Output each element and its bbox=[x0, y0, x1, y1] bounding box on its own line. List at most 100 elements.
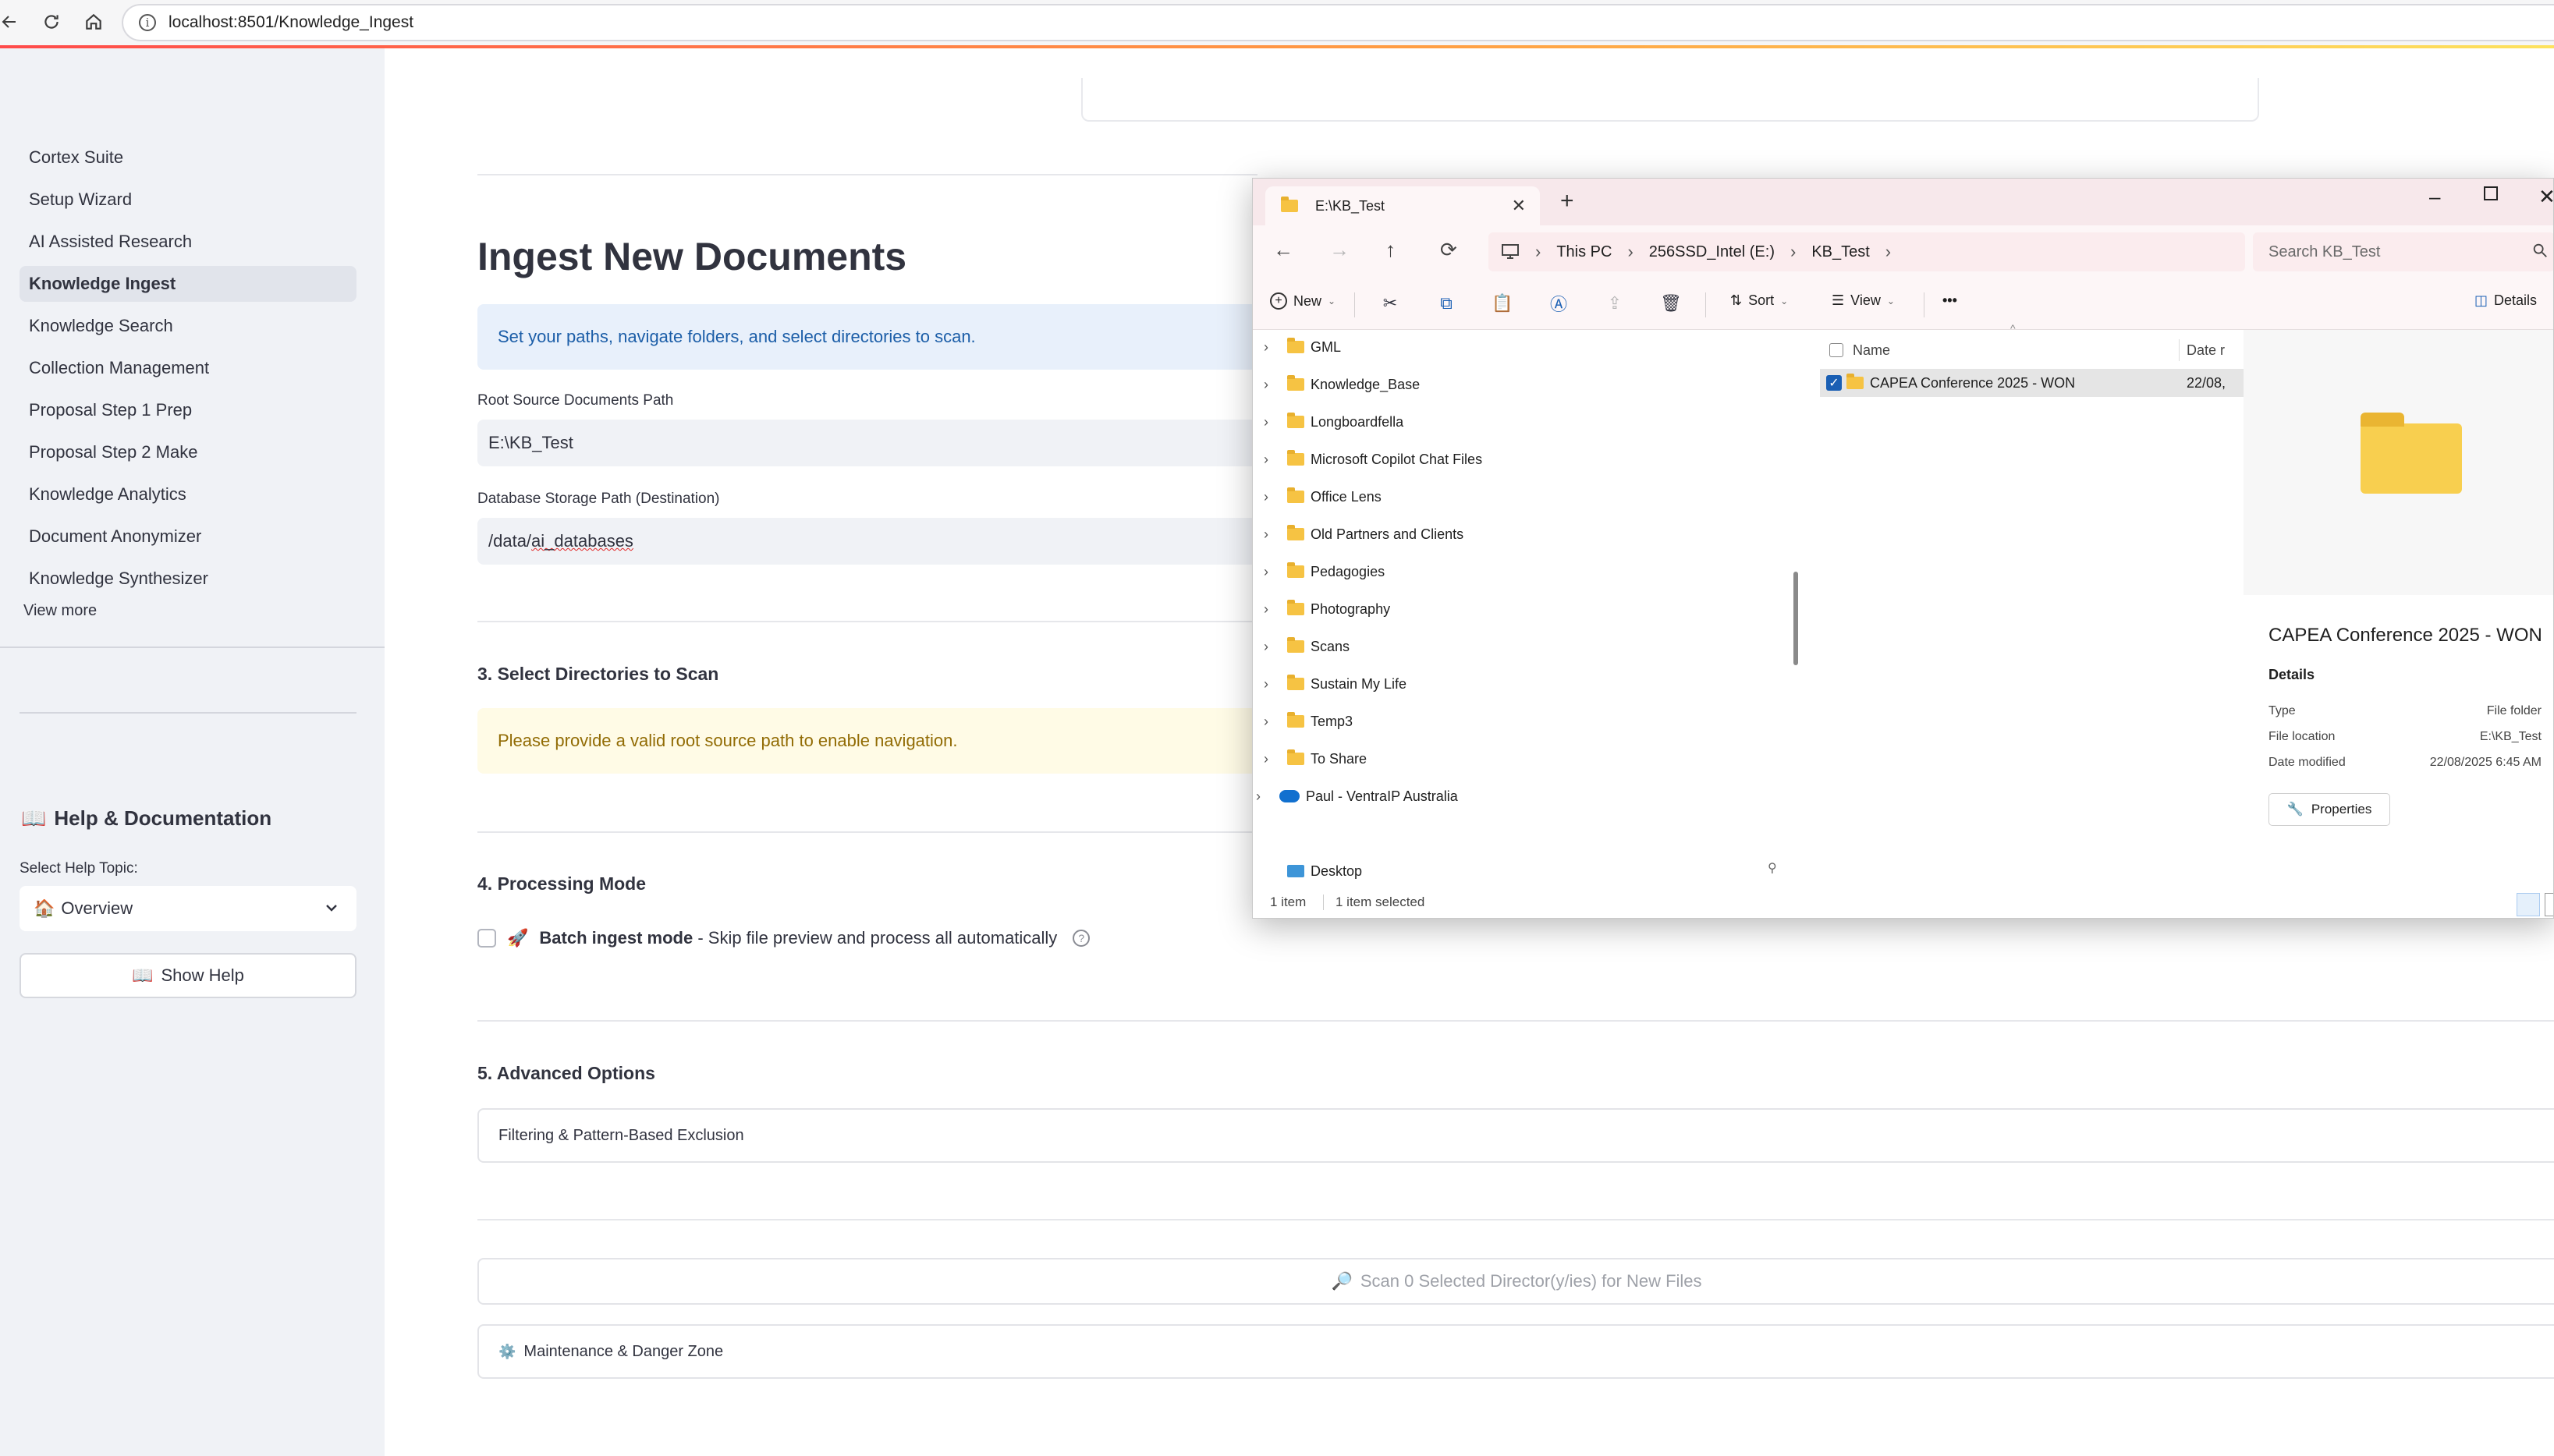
back-arrow-icon[interactable] bbox=[0, 6, 25, 37]
checked-checkbox-icon[interactable]: ✓ bbox=[1826, 375, 1842, 391]
sidebar-item-collection-management[interactable]: Collection Management bbox=[20, 350, 356, 386]
forward-arrow-icon[interactable]: → bbox=[1329, 238, 1350, 262]
breadcrumb-this-pc[interactable]: This PC bbox=[1556, 243, 1612, 261]
sidebar-item-document-anonymizer[interactable]: Document Anonymizer bbox=[20, 519, 356, 554]
refresh-icon[interactable]: ⟳ bbox=[1440, 238, 1457, 262]
column-date[interactable]: Date r bbox=[2187, 342, 2225, 359]
tree-item-desktop[interactable]: Desktop bbox=[1287, 854, 1362, 888]
home-icon[interactable] bbox=[78, 6, 109, 37]
tree-item[interactable]: › Scans bbox=[1264, 629, 1350, 664]
paste-icon[interactable]: 📋 bbox=[1492, 292, 1513, 314]
sidebar-item-knowledge-analytics[interactable]: Knowledge Analytics bbox=[20, 476, 356, 512]
root-path-input[interactable]: E:\KB_Test bbox=[477, 420, 1257, 466]
help-tooltip-icon[interactable]: ? bbox=[1073, 930, 1091, 947]
rename-icon[interactable]: Ⓐ bbox=[1548, 292, 1570, 314]
close-window-icon[interactable]: ✕ bbox=[2538, 185, 2553, 209]
sidebar-item-proposal-step-2[interactable]: Proposal Step 2 Make bbox=[20, 434, 356, 470]
chevron-right-icon[interactable]: › bbox=[1264, 452, 1287, 468]
chevron-right-icon[interactable]: › bbox=[1264, 714, 1287, 730]
copy-icon[interactable]: ⧉ bbox=[1435, 292, 1457, 314]
tree-item[interactable]: › Paul - VentraIP Australia bbox=[1256, 779, 1458, 813]
sidebar-item-proposal-step-1[interactable]: Proposal Step 1 Prep bbox=[20, 392, 356, 428]
chevron-right-icon[interactable]: › bbox=[1264, 601, 1287, 618]
list-item[interactable]: ✓ CAPEA Conference 2025 - WON 22/08, bbox=[1820, 369, 2244, 397]
chevron-right-icon[interactable]: › bbox=[1264, 339, 1287, 356]
house-icon: 🏠 bbox=[34, 898, 55, 918]
properties-button[interactable]: 🔧 Properties bbox=[2268, 793, 2390, 826]
section-select-directories: 3. Select Directories to Scan bbox=[477, 664, 719, 684]
help-topic-select[interactable]: 🏠 Overview bbox=[20, 886, 356, 931]
select-all-checkbox[interactable] bbox=[1829, 343, 1843, 357]
new-tab-icon[interactable]: + bbox=[1560, 188, 1574, 214]
tree-item[interactable]: › GML bbox=[1264, 330, 1341, 364]
db-path-input[interactable]: /data/ai_databases bbox=[477, 518, 1257, 565]
explorer-search-input[interactable]: Search KB_Test bbox=[2253, 232, 2553, 271]
tree-item[interactable]: › Photography bbox=[1264, 592, 1390, 626]
chevron-right-icon[interactable]: › bbox=[1256, 788, 1279, 805]
filtering-expander[interactable]: Filtering & Pattern-Based Exclusion bbox=[477, 1108, 2554, 1163]
more-options-button[interactable]: ••• bbox=[1942, 292, 1957, 309]
cut-icon[interactable]: ✂ bbox=[1379, 292, 1401, 314]
tree-item[interactable]: › Temp3 bbox=[1264, 704, 1353, 739]
chevron-right-icon[interactable]: › bbox=[1264, 564, 1287, 580]
breadcrumb[interactable]: › This PC › 256SSD_Intel (E:) › KB_Test … bbox=[1488, 232, 2245, 271]
pin-icon[interactable]: ⚲ bbox=[1768, 860, 1777, 876]
sidebar-item-knowledge-search[interactable]: Knowledge Search bbox=[20, 308, 356, 344]
chevron-right-icon[interactable]: › bbox=[1264, 377, 1287, 393]
maintenance-expander[interactable]: ⚙️ Maintenance & Danger Zone bbox=[477, 1324, 2554, 1379]
magnifier-icon: 🔎 bbox=[1331, 1271, 1353, 1291]
chevron-right-icon[interactable]: › bbox=[1264, 489, 1287, 505]
reload-icon[interactable] bbox=[36, 6, 67, 37]
sidebar-item-knowledge-ingest[interactable]: Knowledge Ingest bbox=[20, 266, 356, 302]
breadcrumb-separator-icon[interactable]: › bbox=[1885, 242, 1891, 262]
tree-item[interactable]: › To Share bbox=[1264, 742, 1367, 776]
tree-scrollbar[interactable] bbox=[1793, 572, 1798, 665]
chevron-right-icon[interactable]: › bbox=[1264, 414, 1287, 430]
delete-icon[interactable]: 🗑 bbox=[1660, 292, 1682, 314]
tree-item[interactable]: › Microsoft Copilot Chat Files bbox=[1264, 442, 1482, 476]
close-tab-icon[interactable]: ✕ bbox=[1512, 196, 1526, 216]
column-divider[interactable] bbox=[2179, 339, 2180, 361]
tree-item-label: Microsoft Copilot Chat Files bbox=[1311, 451, 1483, 467]
batch-ingest-desc: - Skip file preview and process all auto… bbox=[693, 928, 1058, 948]
tree-item[interactable]: › Old Partners and Clients bbox=[1264, 517, 1463, 551]
chevron-right-icon[interactable]: › bbox=[1264, 676, 1287, 693]
share-icon[interactable]: ⇪ bbox=[1604, 292, 1626, 314]
sort-label: Sort bbox=[1748, 292, 1775, 308]
maximize-icon[interactable] bbox=[2484, 186, 2498, 200]
scan-directories-button[interactable]: 🔎 Scan 0 Selected Director(y/ies) for Ne… bbox=[477, 1258, 2554, 1305]
up-arrow-icon[interactable]: ↑ bbox=[1385, 238, 1396, 262]
explorer-tab[interactable]: E:\KB_Test ✕ bbox=[1265, 186, 1540, 225]
tree-item[interactable]: › Office Lens bbox=[1264, 480, 1382, 514]
sidebar-item-ai-assisted-research[interactable]: AI Assisted Research bbox=[20, 224, 356, 260]
tree-item[interactable]: › Longboardfella bbox=[1264, 405, 1403, 439]
tree-item[interactable]: › Pedagogies bbox=[1264, 554, 1385, 589]
chevron-right-icon[interactable]: › bbox=[1264, 639, 1287, 655]
view-more-link[interactable]: View more bbox=[23, 602, 97, 620]
tiles-view-icon[interactable] bbox=[2545, 893, 2553, 916]
view-button[interactable]: ☰ View ⌄ bbox=[1832, 292, 1895, 309]
tree-item[interactable]: › Knowledge_Base bbox=[1264, 367, 1420, 402]
new-button[interactable]: + New ⌄ bbox=[1270, 292, 1336, 310]
breadcrumb-folder[interactable]: KB_Test bbox=[1811, 243, 1869, 261]
info-alert: Set your paths, navigate folders, and se… bbox=[477, 304, 1257, 370]
tree-item[interactable]: › Sustain My Life bbox=[1264, 667, 1406, 701]
details-view-icon[interactable] bbox=[2517, 893, 2540, 916]
sort-button[interactable]: ⇅ Sort ⌄ bbox=[1730, 292, 1788, 309]
address-bar[interactable]: i localhost:8501/Knowledge_Ingest bbox=[122, 4, 2554, 41]
breadcrumb-drive[interactable]: 256SSD_Intel (E:) bbox=[1649, 243, 1775, 261]
folder-icon bbox=[1287, 450, 1304, 466]
details-pane-button[interactable]: ◫ Details bbox=[2474, 292, 2537, 309]
column-name[interactable]: Name bbox=[1853, 342, 1890, 359]
sidebar-item-cortex-suite[interactable]: Cortex Suite bbox=[20, 140, 356, 175]
chevron-right-icon[interactable]: › bbox=[1264, 526, 1287, 543]
site-info-icon[interactable]: i bbox=[139, 14, 156, 31]
minimize-icon[interactable]: – bbox=[2429, 185, 2440, 209]
show-help-button[interactable]: 📖 Show Help bbox=[20, 953, 356, 998]
batch-ingest-checkbox[interactable] bbox=[477, 929, 496, 948]
chevron-right-icon[interactable]: › bbox=[1264, 751, 1287, 767]
sidebar-item-setup-wizard[interactable]: Setup Wizard bbox=[20, 182, 356, 218]
back-arrow-icon[interactable]: ← bbox=[1273, 238, 1293, 262]
book-icon: 📖 bbox=[132, 965, 154, 985]
sidebar-item-knowledge-synthesizer[interactable]: Knowledge Synthesizer bbox=[20, 561, 356, 597]
